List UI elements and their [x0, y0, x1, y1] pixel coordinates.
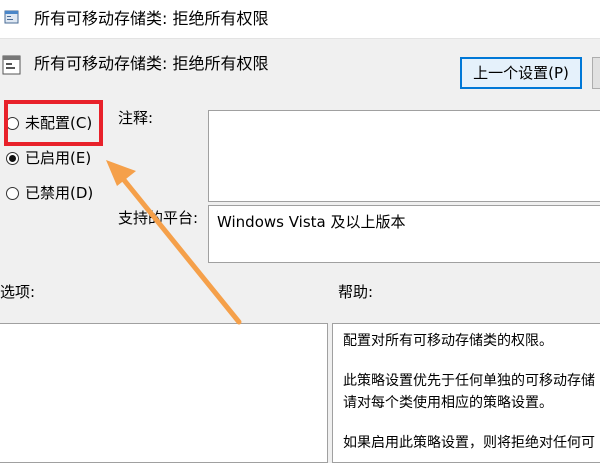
window-title: 所有可移动存储类: 拒绝所有权限 [34, 9, 269, 28]
comment-label: 注释: [118, 109, 154, 127]
policy-window-icon [4, 10, 19, 24]
platform-value: Windows Vista 及以上版本 [217, 213, 406, 231]
help-label: 帮助: [338, 283, 374, 301]
radio-enabled[interactable]: 已启用(E) [6, 145, 91, 171]
policy-setting-icon [2, 55, 21, 75]
platform-label: 支持的平台: [118, 209, 199, 227]
help-line: 如果启用此策略设置，则将拒绝对任何可 [343, 435, 595, 451]
options-label: 选项: [0, 283, 36, 301]
radio-disabled-label: 已禁用(D) [25, 184, 94, 202]
comment-textarea[interactable] [208, 110, 600, 202]
options-panel [0, 323, 328, 463]
next-setting-button[interactable] [592, 57, 600, 89]
radio-enabled-circle[interactable] [6, 151, 19, 165]
help-line: 请对每个类使用相应的策略设置。 [343, 395, 553, 411]
platform-field: Windows Vista 及以上版本 [208, 205, 600, 263]
help-line: 配置对所有可移动存储类的权限。 [343, 333, 553, 349]
policy-name: 所有可移动存储类: 拒绝所有权限 [34, 54, 269, 73]
help-panel: 配置对所有可移动存储类的权限。 此策略设置优先于任何单独的可移动存储 请对每个类… [332, 323, 600, 463]
radio-disabled[interactable]: 已禁用(D) [6, 180, 93, 206]
title-bar: 所有可移动存储类: 拒绝所有权限 [0, 0, 600, 39]
radio-enabled-label: 已启用(E) [25, 149, 92, 167]
help-line: 此策略设置优先于任何单独的可移动存储 [343, 373, 595, 389]
annotation-highlight-box [4, 100, 103, 146]
previous-setting-button[interactable]: 上一个设置(P) [460, 57, 582, 89]
radio-disabled-circle[interactable] [6, 186, 19, 200]
